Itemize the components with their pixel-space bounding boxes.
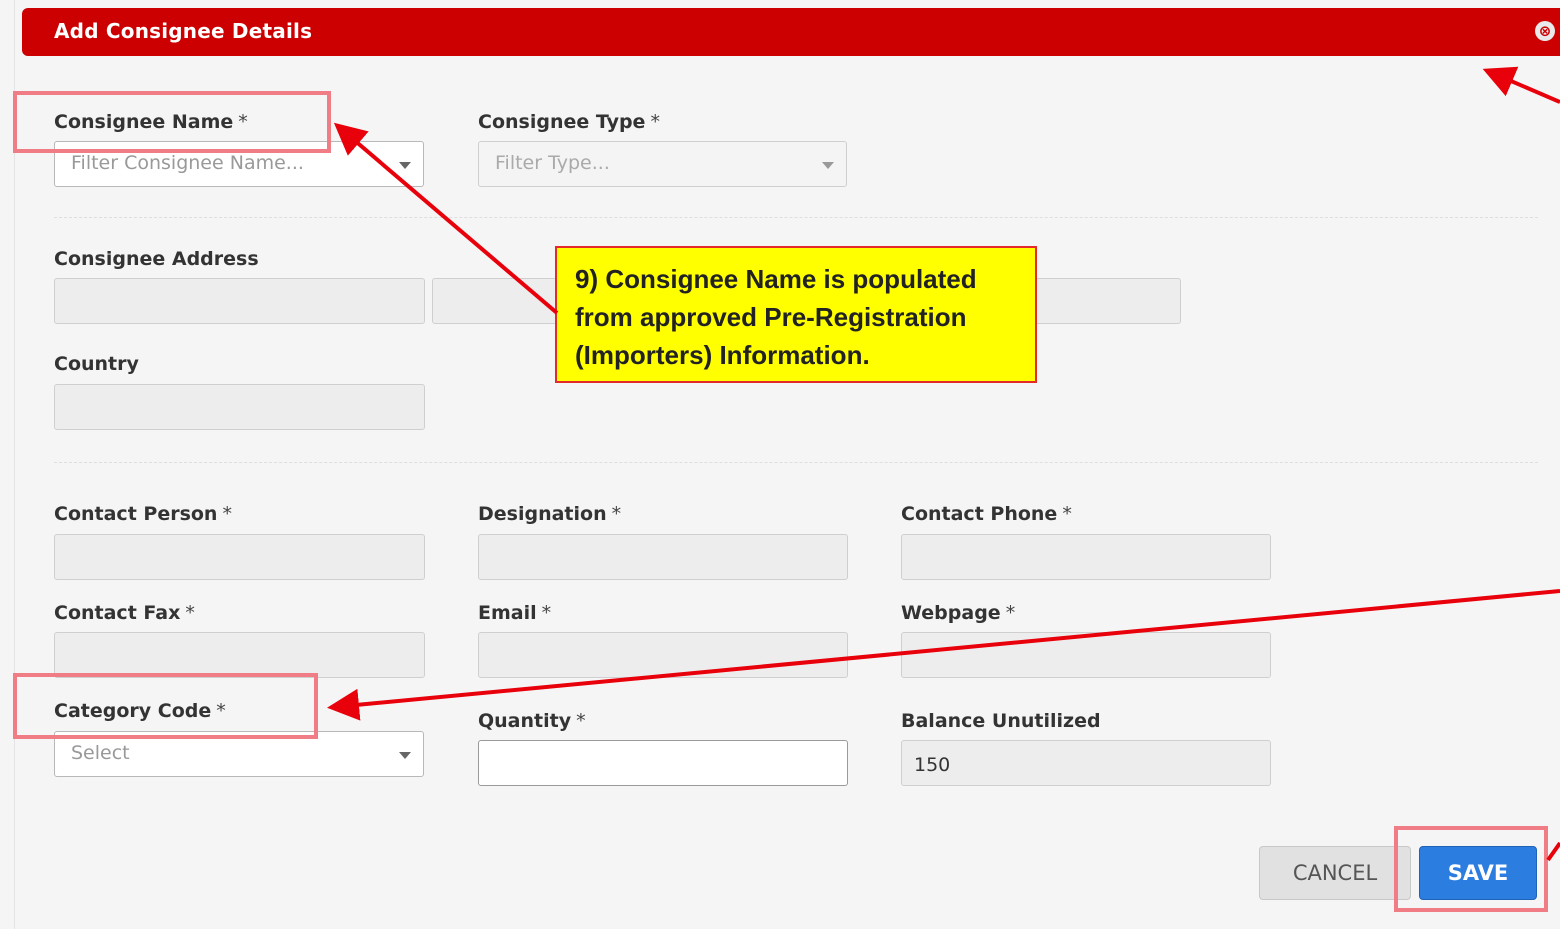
contact-person-field[interactable]: [54, 534, 425, 580]
arrow-to-save: [1546, 841, 1560, 862]
contact-fax-field[interactable]: [54, 632, 425, 678]
contact-fax-label: Contact Fax *: [54, 602, 195, 624]
quantity-label: Quantity *: [478, 710, 586, 732]
balance-unutilized-field: 150: [901, 740, 1271, 786]
consignee-type-label: Consignee Type *: [478, 111, 660, 133]
balance-unutilized-value: 150: [914, 754, 951, 776]
contact-phone-field[interactable]: [901, 534, 1271, 580]
section-divider: [54, 462, 1538, 463]
balance-unutilized-label: Balance Unutilized: [901, 710, 1101, 732]
webpage-label: Webpage *: [901, 602, 1016, 624]
consignee-type-select[interactable]: Filter Type...: [478, 141, 847, 187]
chevron-down-icon: [399, 162, 411, 169]
modal-header: Add Consignee Details ⊗: [22, 8, 1560, 56]
address-line-1-field[interactable]: [54, 278, 425, 324]
consignee-type-placeholder: Filter Type...: [495, 152, 610, 174]
webpage-field[interactable]: [901, 632, 1271, 678]
country-label: Country: [54, 353, 139, 375]
contact-person-label: Contact Person *: [54, 503, 232, 525]
consignee-name-highlight: [13, 91, 331, 153]
annotation-callout: 9) Consignee Name is populated from appr…: [555, 246, 1037, 383]
contact-phone-label: Contact Phone *: [901, 503, 1072, 525]
arrow-to-header: [1482, 66, 1560, 104]
chevron-down-icon: [822, 162, 834, 169]
modal-title: Add Consignee Details: [54, 19, 313, 43]
consignee-address-label: Consignee Address: [54, 248, 259, 270]
designation-label: Designation *: [478, 503, 622, 525]
close-icon[interactable]: ⊗: [1535, 21, 1555, 41]
consignee-name-placeholder: Filter Consignee Name...: [71, 152, 304, 174]
save-button-highlight: [1394, 826, 1548, 912]
email-field[interactable]: [478, 632, 848, 678]
category-code-placeholder: Select: [71, 742, 130, 764]
address-line-3-field[interactable]: [1030, 278, 1181, 324]
section-divider: [54, 217, 1538, 218]
designation-field[interactable]: [478, 534, 848, 580]
quantity-input[interactable]: [478, 740, 848, 786]
chevron-down-icon: [399, 752, 411, 759]
cancel-button[interactable]: CANCEL: [1259, 846, 1411, 900]
address-line-2-field[interactable]: [432, 278, 562, 324]
country-field[interactable]: [54, 384, 425, 430]
category-code-highlight: [13, 673, 318, 739]
email-label: Email *: [478, 602, 552, 624]
